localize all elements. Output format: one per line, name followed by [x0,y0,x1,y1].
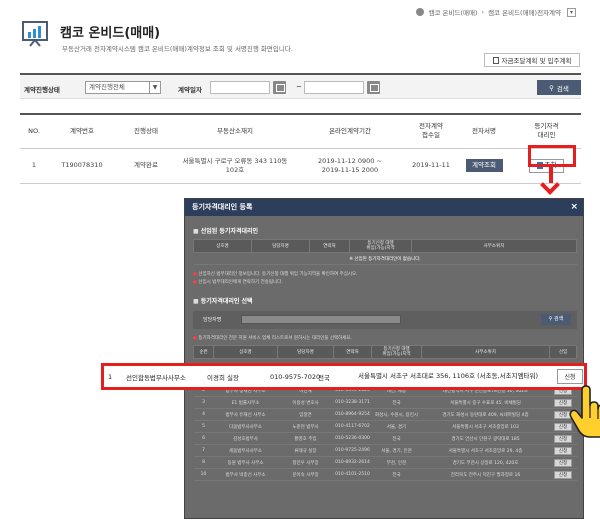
date-separator: ~ [296,83,302,91]
apply-button[interactable]: 신청 [557,369,583,384]
table-row: 4 법무사 유재선 사무소 임정연 010-8964-9254 화성시, 수원시, 용인… [193,408,577,421]
table-row: 6 김성호법무사 황영호 주임 010-5236-0300 전국 경기도 안산시 단원구 … [193,432,577,445]
table-row: 10 법무사 박종선 사무소 문이숙 사무장 010-4101-2510 전국 전라북도 … [193,468,577,481]
agent-search-button[interactable]: ⚲ 검색 [541,314,571,325]
table-row: 5 다움법무사사무소 노준현 법무사 010-4117-6702 서울, 경기 서울특별시… [193,420,577,433]
cell-no: 1 [20,148,48,184]
select-note: ● 등기자격대리인 전문 지원 서비스 업체 리스트로서 원하시는 대리인을 선… [193,336,353,341]
breadcrumb-item-2[interactable]: 캠코 온비드(매매)전자계약 [488,7,561,17]
highlighted-agent-row[interactable]: 1 선인합동법무사사무소 이경희 실장 010-9575-7020 전국 서울특… [101,363,587,390]
chevron-down-icon[interactable]: ▾ [567,7,576,17]
agent-name-label: 담당자명 [203,317,222,323]
breadcrumb-separator: › [481,8,485,16]
cell-status: 계약완료 [116,148,176,184]
select-section-title: 등기자격대리인 선택 [193,296,253,305]
table-row: 3 E1 법률사무소 이용성 변호사 010-3238-3171 전국 서울특별시 중구 … [193,396,577,409]
cell-address: 서울특별시 구로구 오류동 343 110동 102호 [176,148,294,184]
selected-section-title: 선임된 등기자격대리인 [193,226,258,235]
search-bar: 계약진행상태 계약진행전체 ▼ 계약일자 ~ ⚲ 검색 [20,73,581,99]
status-select[interactable]: 계약진행전체 ▼ [85,81,161,94]
page-title: 캠코 온비드(매매) [60,26,161,41]
agent-modal: 등기자격대리인 등록 × 선임된 등기자격대리인 상호명 담당자명 연락처 등기… [184,198,584,519]
cell-period: 2019-11-12 0900 ~ 2019-11-15 2000 [294,148,406,184]
note-1: ● 선임하신 법무대리인 정보입니다. 등기신청 대행 위임 가능지역을 확인하… [193,272,358,277]
col-address: 부동산소재지 [176,114,294,149]
col-agent: 등기자격 대리인 [512,114,581,149]
chart-board-icon [22,21,48,47]
breadcrumb-item-1[interactable]: 캠코 온비드(매매) [428,7,477,17]
col-received: 전자계약 접수일 [406,114,456,149]
search-button[interactable]: ⚲ 검색 [537,80,581,95]
table-header-row: 상호명 담당자명 연락처 등기신청 대행 위임(가능)지역 사무소위치 [193,239,577,253]
col-status: 진행상태 [116,114,176,149]
chevron-down-icon: ▼ [149,82,160,93]
contract-view-button[interactable]: 계약조회 [465,159,503,172]
apply-button[interactable]: 신청 [554,446,572,455]
end-date-input[interactable] [304,81,364,94]
close-icon[interactable]: × [570,199,578,216]
contract-table: NO. 계약번호 진행상태 부동산소재지 온라인계약기간 전자계약 접수일 전자… [20,113,581,184]
table-header-row: NO. 계약번호 진행상태 부동산소재지 온라인계약기간 전자계약 접수일 전자… [20,114,581,149]
hl-location: 서울특별시 서초구 서초대로 356, 1106호 (서초동,서초지엠타워) [358,372,539,380]
cell-contract-no: T190078310 [48,148,116,184]
hl-name: 선인합동법무사사무소 [126,373,186,382]
col-no: NO. [20,114,48,149]
col-sign: 전자서명 [456,114,512,149]
breadcrumb: 캠코 온비드(매매) › 캠코 온비드(매매)전자계약 ▾ [416,7,576,17]
start-date-input[interactable] [210,81,270,94]
table-row: ※ 선임된 등기자격대리인이 없습니다. [193,252,577,265]
hl-no: 1 [108,372,113,381]
highlight-box [528,145,576,167]
modal-header: 등기자격대리인 등록 × [185,199,583,216]
table-header-row: 순번 상호명 담당자명 연락처 등기신청 대행 위임(가능)지역 사무소위치 선… [193,345,577,359]
col-period: 온라인계약기간 [294,114,406,149]
page-description: 부동산거래 전자계약시스템 캠코 온비드(매매)계약정보 조회 및 서명진행 화… [62,45,293,53]
apply-button[interactable]: 신청 [554,458,572,467]
fund-plan-button[interactable]: 자금조달계획 및 입주계획 [484,53,580,67]
search-icon: ⚲ [549,83,554,92]
calendar-icon[interactable] [367,81,380,94]
agent-search-row: 담당자명 ⚲ 검색 [193,311,577,329]
table-row: 1 T190078310 계약완료 서울특별시 구로구 오류동 343 110동… [20,148,581,184]
hand-pointer-icon [569,385,600,438]
home-icon[interactable] [416,8,425,16]
table-row: 8 동원 법무사 사무소 정민우 사무장 010-8932-2614 부천, 인천 경기도… [193,456,577,469]
modal-title: 등기자격대리인 등록 [192,203,253,211]
note-2: ● 선임시 법무대리인에게 연락하기 전송됩니다. [193,280,283,285]
hl-tel: 010-9575-7020 [270,372,321,381]
hl-area: 전국 [318,373,330,382]
table-row: 7 세움법무사사무소 류태규 실장 010-9725-2496 서울, 경기, 인천 서울… [193,444,577,457]
calendar-icon[interactable] [273,81,286,94]
hl-agent: 이경희 실장 [207,373,239,382]
document-icon [492,56,499,64]
empty-message: ※ 선임된 등기자격대리인이 없습니다. [193,252,577,265]
col-contract-no: 계약번호 [48,114,116,149]
cell-received: 2019-11-11 [406,148,456,184]
apply-button[interactable]: 신청 [554,470,572,479]
agent-name-input[interactable] [241,315,401,324]
selected-agent-table: 상호명 담당자명 연락처 등기신청 대행 위임(가능)지역 사무소위치 ※ 선임… [193,239,577,265]
status-label: 계약진행상태 [24,86,60,94]
date-label: 계약일자 [178,86,202,94]
cell-sign: 계약조회 [456,148,512,184]
